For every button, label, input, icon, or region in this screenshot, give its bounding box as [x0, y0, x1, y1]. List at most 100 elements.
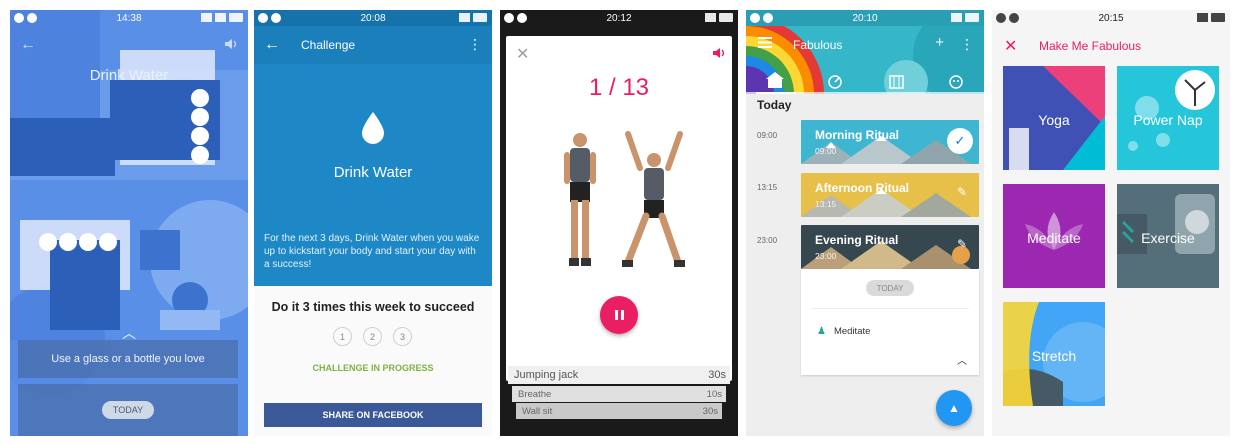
tile-power-nap[interactable]: Power Nap — [1117, 66, 1219, 170]
close-icon[interactable]: ✕ — [516, 44, 529, 64]
notification-icons — [504, 13, 527, 23]
status-time: 20:15 — [1098, 12, 1124, 24]
exercise-counter: 1 / 13 — [588, 74, 650, 101]
tile-stretch[interactable]: Stretch — [1003, 302, 1105, 406]
tile-label: Stretch — [1031, 348, 1077, 364]
status-bar: 20:08 — [254, 10, 492, 26]
challenge-status: CHALLENGE IN PROGRESS — [312, 363, 434, 373]
share-facebook-button[interactable]: SHARE ON FACEBOOK — [264, 403, 482, 427]
hamburger-menu-icon[interactable] — [758, 37, 772, 48]
ritual-subtime: 13:15 — [815, 199, 837, 209]
challenge-goal: Do it 3 times this week to succeed — [271, 300, 475, 314]
check-icon[interactable]: ✓ — [947, 128, 973, 154]
ritual-time: 13:15 — [757, 183, 778, 192]
tile-label: Power Nap — [1133, 112, 1203, 128]
system-icons — [1197, 13, 1225, 22]
tip-card[interactable]: Use a glass or a bottle you love — [18, 340, 238, 378]
notification-icons — [14, 13, 37, 23]
tab-face-icon[interactable] — [949, 75, 963, 89]
tile-yoga[interactable]: Yoga — [1003, 66, 1105, 170]
app-bar-title: Fabulous — [793, 38, 843, 52]
habit-name: Drink Water — [333, 164, 413, 181]
tab-map-icon[interactable] — [889, 75, 904, 89]
system-icons — [459, 13, 487, 22]
tile-label: Yoga — [1038, 112, 1070, 128]
notification-icons — [750, 13, 773, 23]
exercise-queue-item: Jumping jack 30s — [508, 366, 730, 384]
screen-exercise-player: 20:12 ✕ 1 / 13 Jumping jack 30s Breathe … — [500, 10, 738, 436]
ritual-card-afternoon[interactable]: Afternoon Ritual 13:15 ✎ — [801, 173, 979, 217]
volume-icon[interactable] — [712, 47, 726, 59]
step-2: 2 — [363, 327, 382, 346]
pause-icon — [614, 310, 618, 320]
back-arrow-icon[interactable]: ← — [264, 36, 280, 54]
habit-row[interactable]: ♟ Meditate — [817, 326, 870, 337]
ritual-detail-panel: TODAY ♟ Meditate ︿ — [801, 269, 979, 375]
back-arrow-icon[interactable]: ← — [20, 36, 36, 54]
progress-steps: 1 2 3 — [333, 327, 412, 346]
step-3: 3 — [393, 327, 412, 346]
edit-pencil-icon[interactable]: ✎ — [957, 237, 967, 251]
tile-meditate[interactable]: Meditate — [1003, 184, 1105, 288]
exercise-name: Wall sit — [522, 405, 553, 417]
ritual-card-morning[interactable]: Morning Ritual 09:00 ✓ — [801, 120, 979, 164]
pause-button[interactable] — [600, 296, 638, 334]
ritual-subtime: 09:00 — [815, 146, 837, 156]
edit-pencil-icon[interactable]: ✎ — [957, 185, 967, 199]
start-ritual-fab[interactable]: ▲ — [936, 390, 972, 426]
screen-fabulous-timeline: 20:10 Fabulous + ⋮ Today 09:00 Morning R… — [746, 10, 984, 436]
jumping-jack-illustration — [564, 131, 685, 267]
notification-icons — [258, 13, 281, 23]
ritual-name: Morning Ritual — [815, 128, 899, 142]
exercise-name: Jumping jack — [514, 369, 579, 381]
chevron-up-icon[interactable]: ︿ — [957, 352, 967, 367]
tab-bar — [766, 72, 963, 89]
status-time: 20:10 — [852, 12, 878, 24]
water-drop-icon — [362, 112, 384, 144]
status-time: 14:38 — [116, 12, 142, 24]
more-vert-icon[interactable]: ⋮ — [468, 36, 482, 53]
status-time: 20:12 — [606, 12, 632, 24]
exercise-queue-item: Breathe 10s — [512, 386, 726, 402]
exercise-duration: 30s — [702, 405, 718, 417]
section-title: Today — [757, 98, 792, 112]
today-button[interactable]: TODAY — [866, 280, 914, 296]
ritual-name: Evening Ritual — [815, 233, 899, 247]
tab-speedometer-icon[interactable] — [828, 75, 842, 89]
volume-icon[interactable] — [224, 38, 238, 50]
ritual-time: 09:00 — [757, 131, 778, 140]
rocket-icon: ▲ — [948, 401, 960, 415]
status-bar: 20:15 — [992, 10, 1230, 26]
status-bar: 14:38 — [10, 10, 248, 26]
exercise-queue-item: Wall sit 30s — [516, 403, 722, 419]
app-bar-title: Challenge — [301, 38, 356, 52]
challenge-description: For the next 3 days, Drink Water when yo… — [264, 233, 480, 270]
exercise-name: Breathe — [518, 388, 552, 400]
tile-exercise[interactable]: Exercise — [1117, 184, 1219, 288]
screen-drink-water: 14:38 ← Drink Water ︿ Use a glass or a b… — [10, 10, 248, 436]
system-icons — [951, 13, 979, 22]
exercise-duration: 10s — [706, 388, 722, 400]
ritual-subtime: 23:00 — [815, 251, 837, 261]
tip-text: Use a glass or a bottle you love — [51, 353, 205, 365]
app-bar: ← Challenge ⋮ — [254, 26, 492, 64]
habit-title: Drink Water — [89, 67, 169, 84]
today-button[interactable]: TODAY — [102, 401, 154, 419]
tile-label: Exercise — [1141, 230, 1195, 246]
more-vert-icon[interactable]: ⋮ — [960, 36, 974, 53]
screen-make-me-fabulous: 20:15 ✕ Make Me Fabulous Yoga Power Nap — [992, 10, 1230, 436]
tile-label: Meditate — [1027, 230, 1081, 246]
step-1: 1 — [333, 327, 352, 346]
ritual-card-evening[interactable]: Evening Ritual 23:00 ✎ — [801, 225, 979, 269]
exercise-duration: 30s — [708, 369, 726, 381]
status-time: 20:08 — [360, 12, 386, 24]
status-bar: 20:12 — [500, 10, 738, 26]
add-icon[interactable]: + — [935, 34, 944, 51]
close-icon[interactable]: ✕ — [1004, 36, 1017, 56]
system-icons — [201, 13, 243, 22]
ritual-time: 23:00 — [757, 236, 778, 245]
divider — [811, 308, 969, 309]
system-icons — [705, 13, 733, 22]
page-title: Make Me Fabulous — [1039, 39, 1142, 53]
tab-home-icon[interactable] — [766, 72, 784, 88]
